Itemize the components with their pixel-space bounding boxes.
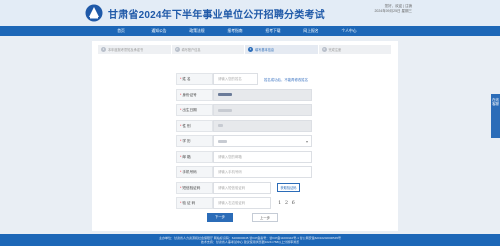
main-nav: 首页 通知公告 政策法规 报考指南 招考下载 网上报名 个人中心 [0, 26, 500, 36]
footer-line-2: 技术支持：甘肃省人事考试中心 建议使用浏览器1024×768以上分辨率浏览 [200, 240, 300, 244]
form-row-education: *学 历 ▾ [176, 135, 346, 147]
step-complete: 4 完成注册 [318, 45, 391, 54]
email-input[interactable]: 请输入您的邮箱 [213, 150, 312, 163]
progress-steps: 1 本年度报考须知及承诺书 2 填写账户信息 3 填写基本信息 4 完成注册 [98, 45, 392, 54]
id-number-label: *身份证号 [176, 88, 213, 101]
gender-field [213, 119, 312, 132]
birth-date-label: *出生日期 [176, 104, 213, 116]
user-info: 您好，欢迎 | 注销 2024年09月25日 星期三 [374, 4, 412, 14]
education-label: *学 历 [176, 135, 213, 147]
captcha-input[interactable]: 请输入右边验证码 [213, 197, 271, 209]
sms-code-label: *短信验证码 [176, 181, 213, 194]
step-number: 3 [248, 47, 253, 52]
phone-label: *手机号码 [176, 166, 213, 178]
phone-input[interactable]: 请输入手机号码 [213, 166, 312, 178]
nav-item-notices[interactable]: 通知公告 [140, 26, 178, 36]
sms-code-input[interactable]: 请输入短信验证码 [213, 181, 271, 194]
form-row-birth: *出生日期 [176, 104, 346, 116]
form-actions: 下一步 上一步 [207, 213, 278, 222]
redacted-value [218, 93, 232, 97]
prev-step-button[interactable]: 上一步 [252, 213, 278, 222]
current-date: 2024年09月25日 星期三 [374, 9, 412, 13]
name-tip: 姓名成功后，不能再修改姓名 [264, 78, 309, 82]
form-row-gender: *性 别 [176, 119, 346, 132]
email-label: *邮 箱 [176, 150, 213, 163]
step-label: 填写基本信息 [255, 48, 275, 52]
site-title: 甘肃省2024年下半年事业单位公开招聘分类考试 [108, 10, 325, 21]
step-label: 完成注册 [328, 48, 342, 52]
step-number: 1 [101, 47, 106, 52]
step-label: 填写账户信息 [181, 48, 201, 52]
step-number: 4 [321, 47, 327, 52]
education-select[interactable]: ▾ [213, 135, 312, 147]
redacted-value [218, 139, 227, 143]
nav-item-downloads[interactable]: 招考下载 [254, 26, 292, 36]
basic-info-form: *姓 名 请输入您的姓名 姓名成功后，不能再修改姓名 *身份证号 *出生日期 *… [176, 73, 346, 213]
emblem-logo-icon [85, 4, 103, 22]
step-label: 本年度报考须知及承诺书 [108, 48, 144, 52]
form-row-sms: *短信验证码 请输入短信验证码 获取验证码 [176, 181, 346, 194]
name-input[interactable]: 请输入您的姓名 [213, 73, 258, 85]
get-sms-code-button[interactable]: 获取验证码 [277, 183, 300, 192]
form-row-phone: *手机号码 请输入手机号码 [176, 166, 346, 178]
nav-item-home[interactable]: 首页 [102, 26, 140, 36]
next-step-button[interactable]: 下一步 [207, 213, 233, 222]
id-number-field [213, 88, 312, 101]
form-row-id: *身份证号 [176, 88, 346, 101]
name-label: *姓 名 [176, 73, 213, 85]
online-service-tab[interactable]: 在线客服 [491, 94, 500, 138]
registration-card: 1 本年度报考须知及承诺书 2 填写账户信息 3 填写基本信息 4 完成注册 *… [92, 41, 398, 231]
redacted-value [218, 124, 223, 128]
nav-item-guide[interactable]: 报考指南 [216, 26, 254, 36]
captcha-image[interactable]: 1 2 6 [277, 197, 297, 209]
gender-label: *性 别 [176, 119, 213, 132]
nav-item-register[interactable]: 网上报名 [292, 26, 330, 36]
site-header: 甘肃省2024年下半年事业单位公开招聘分类考试 您好，欢迎 | 注销 2024年… [0, 0, 500, 26]
nav-item-policies[interactable]: 政策法规 [178, 26, 216, 36]
step-account-info: 2 填写账户信息 [171, 45, 244, 54]
online-service-label: 在线客服 [492, 98, 499, 107]
site-footer: 主办单位：甘肃省人力资源和社会保障厅 网站标识码：6200000045 甘ICP… [0, 234, 500, 246]
form-row-name: *姓 名 请输入您的姓名 姓名成功后，不能再修改姓名 [176, 73, 346, 85]
birth-date-field [213, 104, 312, 116]
form-row-email: *邮 箱 请输入您的邮箱 [176, 150, 346, 163]
nav-item-account[interactable]: 个人中心 [330, 26, 368, 36]
chevron-down-icon: ▾ [305, 139, 308, 144]
step-notice: 1 本年度报考须知及承诺书 [98, 45, 171, 54]
step-basic-info: 3 填写基本信息 [245, 45, 318, 54]
step-number: 2 [174, 47, 180, 52]
form-row-captcha: *验 证 码 请输入右边验证码 1 2 6 [176, 197, 346, 209]
redacted-value [218, 108, 232, 112]
captcha-label: *验 证 码 [176, 197, 213, 209]
